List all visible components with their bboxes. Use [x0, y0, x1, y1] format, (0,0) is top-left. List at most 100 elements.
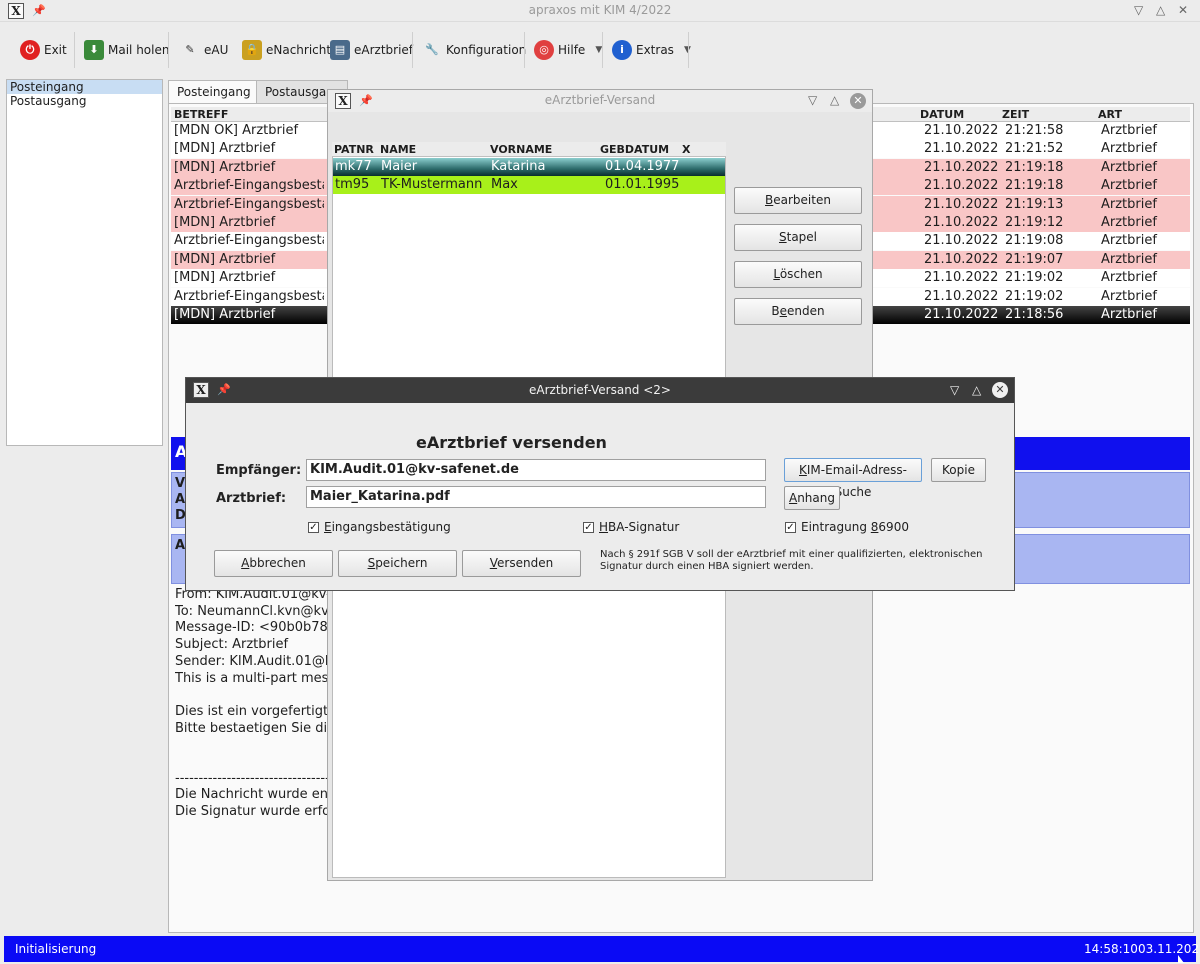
mail-datum-cell: 21.10.2022: [924, 251, 999, 267]
mail-art-cell: Arztbrief: [1101, 270, 1157, 286]
minimize-icon[interactable]: ▽: [808, 93, 817, 107]
toolbar-separator: [602, 32, 603, 68]
konfiguration-label: Konfiguration: [446, 43, 527, 57]
close-icon[interactable]: ✕: [992, 382, 1008, 398]
eintragung-label: 6900: [878, 520, 909, 534]
enachricht-button[interactable]: 🔒 eNachricht: [236, 28, 337, 72]
toolbar: ⏻ Exit ⬇ Mail holen ✎ eAU 🔒 eNachricht ▤…: [0, 28, 1200, 72]
eingangsbestaetigung-checkbox[interactable]: ✓ Eingangsbestätigung: [308, 520, 451, 534]
mail-zeit-cell: 21:19:08: [1005, 233, 1064, 249]
eintragung-prefix: Eintragung: [801, 520, 871, 534]
tab-posteingang[interactable]: Posteingang: [168, 80, 260, 104]
patient-vorname-cell: Max: [491, 177, 518, 192]
mail-art-cell: Arztbrief: [1101, 307, 1157, 322]
patient-name-cell: TK-Mustermann: [381, 177, 483, 192]
hba-signatur-checkbox[interactable]: ✓ H BA-Signatur: [583, 520, 679, 534]
beenden-label: enden: [787, 304, 825, 318]
abbrechen-label: bbrechen: [249, 556, 306, 570]
mail-datum-cell: 21.10.2022: [924, 288, 999, 304]
anhang-mnemonic: A: [788, 491, 798, 505]
mail-datum-cell: 21.10.2022: [924, 307, 999, 322]
folder-item-posteingang[interactable]: Posteingang: [7, 80, 162, 94]
anhang-button[interactable]: Anhang: [784, 486, 840, 510]
exit-button[interactable]: ⏻ Exit: [14, 28, 73, 72]
speichern-button[interactable]: Speichern: [338, 550, 457, 577]
close-icon[interactable]: ✕: [1178, 3, 1188, 17]
abbrechen-button[interactable]: Abbrechen: [214, 550, 333, 577]
eingang-label: ingangsbestätigung: [331, 520, 451, 534]
column-art[interactable]: ART: [1098, 108, 1122, 121]
toolbar-separator: [688, 32, 689, 68]
column-zeit[interactable]: ZEIT: [1002, 108, 1029, 121]
beenden-prefix: B: [771, 304, 780, 318]
message-line: Die Signatur wurde erfolgreich: [175, 804, 328, 820]
maximize-icon[interactable]: △: [830, 93, 839, 107]
toolbar-separator: [412, 32, 413, 68]
minimize-icon[interactable]: ▽: [1134, 3, 1143, 17]
status-date: 03.11.2022: [1138, 942, 1200, 956]
eau-button[interactable]: ✎ eAU: [174, 28, 234, 72]
check-icon: ✓: [583, 521, 594, 533]
pen-icon: ✎: [185, 43, 195, 56]
stapel-button[interactable]: Stapel: [734, 224, 862, 251]
versenden-button[interactable]: Versenden: [462, 550, 581, 577]
patient-dialog-title: eArztbrief-Versand: [544, 93, 656, 107]
column-x[interactable]: X: [682, 143, 690, 156]
column-datum[interactable]: DATUM: [920, 108, 964, 121]
toolbar-separator: [524, 32, 525, 68]
mail-zeit-cell: 21:19:02: [1005, 270, 1064, 286]
message-line: Die Nachricht wurde entschlüsselt: [175, 787, 328, 803]
konfiguration-button[interactable]: 🔧 Konfiguration: [416, 28, 532, 72]
mail-betreff-cell: Arztbrief-Eingangsbestaetigung: [174, 178, 324, 194]
message-line: Message-ID: <90b0b78d: [175, 620, 328, 636]
empfaenger-field[interactable]: KIM.Audit.01@kv-safenet.de: [306, 459, 766, 481]
extras-label: Extras: [636, 43, 674, 57]
maximize-icon[interactable]: △: [1156, 3, 1165, 17]
column-vorname[interactable]: VORNAME: [490, 143, 552, 156]
mail-betreff-cell: [MDN] Arztbrief: [174, 159, 276, 175]
power-icon: ⏻: [20, 40, 40, 60]
patient-row[interactable]: mk77 Maier Katarina 01.04.1977: [333, 158, 725, 176]
earztbrief-button[interactable]: ▤ eArztbrief: [324, 28, 419, 72]
loeschen-button[interactable]: Löschen: [734, 261, 862, 288]
window-title: apraxos mit KIM 4/2022: [528, 3, 672, 17]
eintragung-checkbox[interactable]: ✓ Eintragung 8 6900: [785, 520, 909, 534]
message-line: To: NeumannCl.kvn@kv-safenet.de: [175, 603, 328, 619]
kim-email-search-button[interactable]: KIM-Email-Adress-Suche: [784, 458, 922, 499]
folder-list: Posteingang Postausgang: [6, 79, 163, 446]
bearbeiten-button[interactable]: Bearbeiten: [734, 187, 862, 214]
mail-art-cell: Arztbrief: [1101, 123, 1157, 138]
check-icon: ✓: [308, 521, 319, 533]
mail-zeit-cell: 21:19:18: [1005, 159, 1064, 175]
close-icon[interactable]: ✕: [850, 93, 866, 109]
mail-betreff-cell: [MDN] Arztbrief: [174, 215, 276, 230]
hilfe-button[interactable]: ◎ Hilfe ▼: [528, 28, 608, 72]
beenden-button[interactable]: Beenden: [734, 298, 862, 325]
folder-item-postausgang[interactable]: Postausgang: [7, 94, 162, 108]
arztbrief-label: Arztbrief:: [216, 491, 287, 506]
column-name[interactable]: NAME: [380, 143, 416, 156]
send-dialog-titlebar: X 📌 eArztbrief-Versand <2> ▽ △ ✕: [186, 378, 1014, 403]
extras-button[interactable]: i Extras ▼: [606, 28, 697, 72]
column-gebdatum[interactable]: GEBDATUM: [600, 143, 669, 156]
mail-art-cell: Arztbrief: [1101, 215, 1157, 230]
send-dialog-heading: eArztbrief versenden: [416, 433, 607, 452]
stapel-mnemonic: S: [778, 230, 787, 244]
check-icon: ✓: [785, 521, 796, 533]
column-patnr[interactable]: PATNR: [334, 143, 374, 156]
maximize-icon[interactable]: △: [972, 383, 981, 397]
mail-art-cell: Arztbrief: [1101, 233, 1157, 249]
hilfe-label: Hilfe: [558, 43, 586, 57]
patient-name-cell: Maier: [381, 159, 418, 174]
status-time: 14:58:10: [1084, 942, 1138, 956]
mail-holen-button[interactable]: ⬇ Mail holen: [78, 28, 175, 72]
lock-icon: 🔒: [242, 40, 262, 60]
arztbrief-field[interactable]: Maier_Katarina.pdf: [306, 486, 766, 508]
patient-row[interactable]: tm95 TK-Mustermann Max 01.01.1995: [333, 176, 725, 194]
patient-dialog-titlebar: X 📌 eArztbrief-Versand ▽ △ ✕: [328, 90, 872, 112]
mail-art-cell: Arztbrief: [1101, 288, 1157, 304]
hba-mnemonic: H: [599, 520, 609, 534]
kopie-button[interactable]: Kopie: [931, 458, 986, 482]
column-betreff[interactable]: BETREFF: [174, 108, 228, 121]
minimize-icon[interactable]: ▽: [950, 383, 959, 397]
